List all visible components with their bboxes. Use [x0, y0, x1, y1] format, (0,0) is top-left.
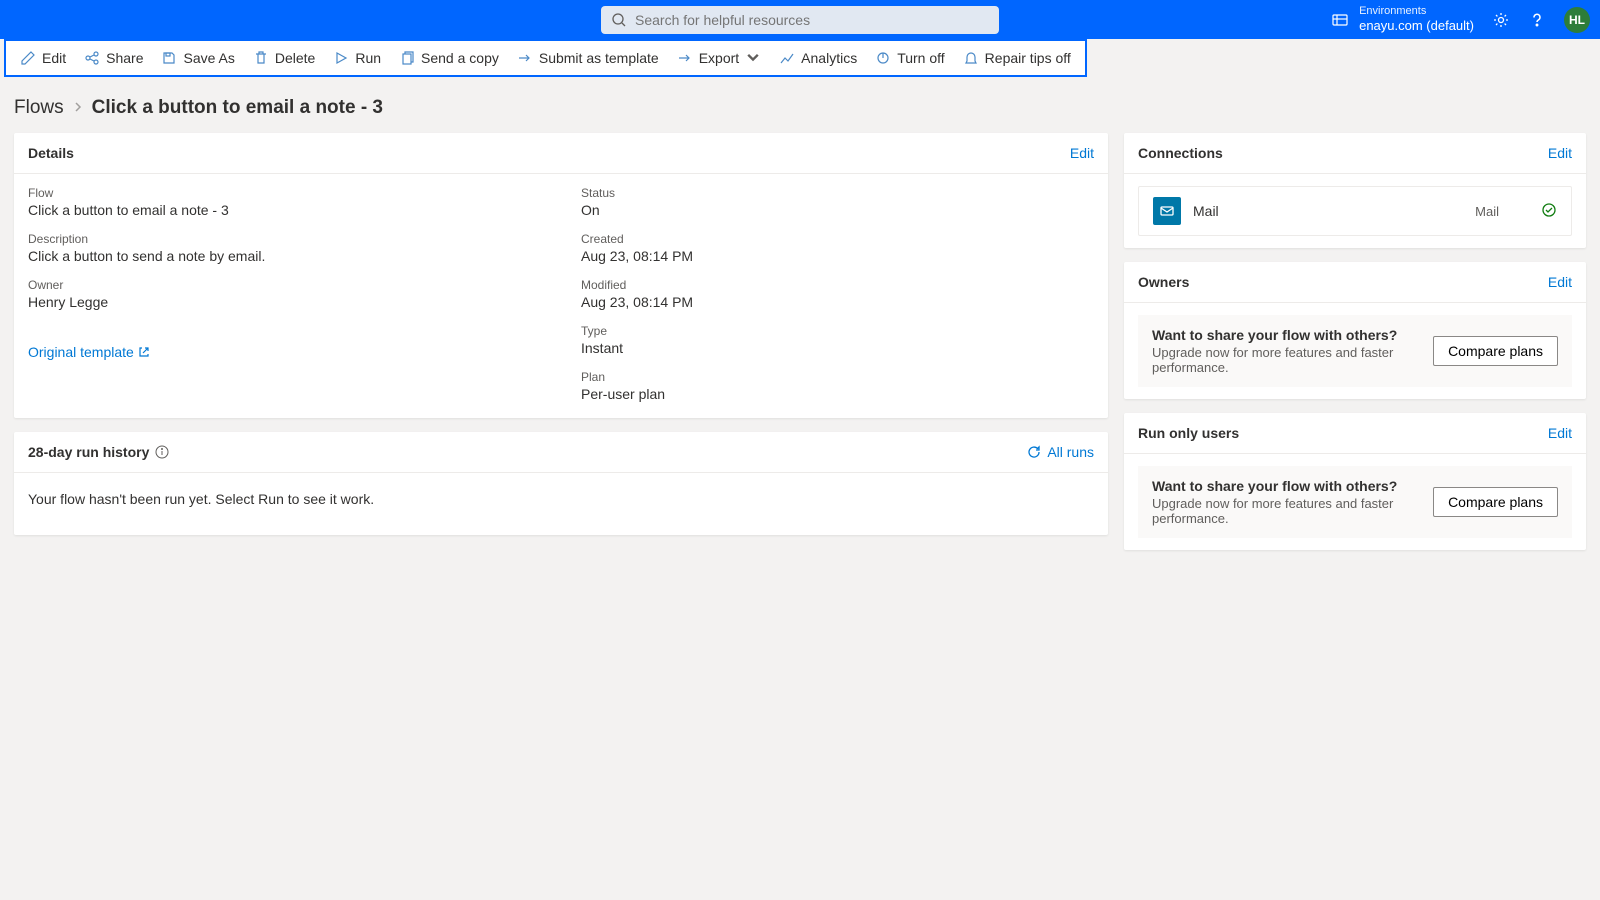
- repair-tips-button[interactable]: Repair tips off: [955, 46, 1079, 70]
- plan-value: Per-user plan: [581, 386, 1094, 402]
- analytics-button[interactable]: Analytics: [771, 46, 865, 70]
- info-icon[interactable]: [155, 445, 169, 459]
- details-card: Details Edit Flow Click a button to email…: [14, 133, 1108, 418]
- chevron-right-icon: [72, 100, 84, 116]
- edit-button[interactable]: Edit: [12, 46, 74, 70]
- connection-name: Mail: [1193, 203, 1463, 219]
- owners-edit-link[interactable]: Edit: [1548, 274, 1572, 290]
- history-empty-text: Your flow hasn't been run yet. Select Ru…: [14, 473, 1108, 535]
- header-right: Environments enayu.com (default) HL: [1331, 5, 1590, 34]
- search-box[interactable]: [601, 6, 999, 34]
- run-only-title: Run only users: [1138, 425, 1239, 441]
- modified-value: Aug 23, 08:14 PM: [581, 294, 1094, 310]
- owners-title: Owners: [1138, 274, 1189, 290]
- command-bar: Edit Share Save As Delete Run Send a cop…: [4, 39, 1087, 77]
- compare-plans-button[interactable]: Compare plans: [1433, 336, 1558, 366]
- flow-label: Flow: [28, 186, 541, 200]
- breadcrumb: Flows Click a button to email a note - 3: [0, 77, 1600, 133]
- share-icon: [84, 50, 100, 66]
- created-label: Created: [581, 232, 1094, 246]
- upsell-desc-2: Upgrade now for more features and faster…: [1152, 496, 1421, 526]
- desc-value: Click a button to send a note by email.: [28, 248, 541, 264]
- owners-upsell: Want to share your flow with others? Upg…: [1138, 315, 1572, 387]
- details-title: Details: [28, 145, 74, 161]
- run-only-edit-link[interactable]: Edit: [1548, 425, 1572, 441]
- modified-label: Modified: [581, 278, 1094, 292]
- play-icon: [333, 50, 349, 66]
- search-icon: [611, 12, 627, 28]
- compare-plans-button-2[interactable]: Compare plans: [1433, 487, 1558, 517]
- details-edit-link[interactable]: Edit: [1070, 145, 1094, 161]
- run-only-upsell: Want to share your flow with others? Upg…: [1138, 466, 1572, 538]
- run-button[interactable]: Run: [325, 46, 389, 70]
- connection-item[interactable]: Mail Mail: [1138, 186, 1572, 236]
- export-button[interactable]: Export: [669, 46, 769, 70]
- owners-card: Owners Edit Want to share your flow with…: [1124, 262, 1586, 399]
- run-only-card: Run only users Edit Want to share your f…: [1124, 413, 1586, 550]
- type-value: Instant: [581, 340, 1094, 356]
- chart-icon: [779, 50, 795, 66]
- turn-off-button[interactable]: Turn off: [867, 46, 952, 70]
- owner-value: Henry Legge: [28, 294, 541, 310]
- flow-value: Click a button to email a note - 3: [28, 202, 541, 218]
- plan-label: Plan: [581, 370, 1094, 384]
- submit-icon: [517, 50, 533, 66]
- environment-picker[interactable]: Environments enayu.com (default): [1331, 5, 1474, 34]
- environment-label: Environments: [1359, 5, 1474, 18]
- run-history-card: 28-day run history All runs Your flow ha…: [14, 432, 1108, 535]
- desc-label: Description: [28, 232, 541, 246]
- check-icon: [1541, 202, 1557, 221]
- edit-icon: [20, 50, 36, 66]
- breadcrumb-root[interactable]: Flows: [14, 97, 64, 119]
- connections-edit-link[interactable]: Edit: [1548, 145, 1572, 161]
- external-link-icon: [138, 346, 150, 358]
- original-template-link[interactable]: Original template: [28, 344, 541, 360]
- connections-card: Connections Edit Mail Mail: [1124, 133, 1586, 248]
- export-icon: [677, 50, 693, 66]
- app-header: Environments enayu.com (default) HL: [0, 0, 1600, 39]
- environment-name: enayu.com (default): [1359, 18, 1474, 34]
- help-button[interactable]: [1528, 11, 1546, 29]
- all-runs-link[interactable]: All runs: [1027, 444, 1094, 460]
- search-input[interactable]: [635, 12, 989, 28]
- created-value: Aug 23, 08:14 PM: [581, 248, 1094, 264]
- submit-template-button[interactable]: Submit as template: [509, 46, 667, 70]
- save-icon: [161, 50, 177, 66]
- type-label: Type: [581, 324, 1094, 338]
- refresh-icon: [1027, 445, 1041, 459]
- connections-title: Connections: [1138, 145, 1223, 161]
- settings-button[interactable]: [1492, 11, 1510, 29]
- bell-icon: [963, 50, 979, 66]
- history-title: 28-day run history: [28, 444, 149, 460]
- chevron-down-icon: [745, 50, 761, 66]
- upsell-title: Want to share your flow with others?: [1152, 327, 1421, 343]
- upsell-desc: Upgrade now for more features and faster…: [1152, 345, 1421, 375]
- share-button[interactable]: Share: [76, 46, 151, 70]
- environment-icon: [1331, 11, 1349, 29]
- upsell-title-2: Want to share your flow with others?: [1152, 478, 1421, 494]
- save-as-button[interactable]: Save As: [153, 46, 242, 70]
- trash-icon: [253, 50, 269, 66]
- power-icon: [875, 50, 891, 66]
- help-icon: [1528, 11, 1546, 29]
- gear-icon: [1492, 11, 1510, 29]
- send-copy-button[interactable]: Send a copy: [391, 46, 507, 70]
- connection-type: Mail: [1475, 204, 1499, 219]
- search-container: [601, 6, 999, 34]
- owner-label: Owner: [28, 278, 541, 292]
- user-avatar[interactable]: HL: [1564, 7, 1590, 33]
- copy-icon: [399, 50, 415, 66]
- status-label: Status: [581, 186, 1094, 200]
- content: Details Edit Flow Click a button to email…: [0, 133, 1600, 550]
- status-value: On: [581, 202, 1094, 218]
- mail-icon: [1153, 197, 1181, 225]
- breadcrumb-current: Click a button to email a note - 3: [92, 97, 383, 119]
- delete-button[interactable]: Delete: [245, 46, 323, 70]
